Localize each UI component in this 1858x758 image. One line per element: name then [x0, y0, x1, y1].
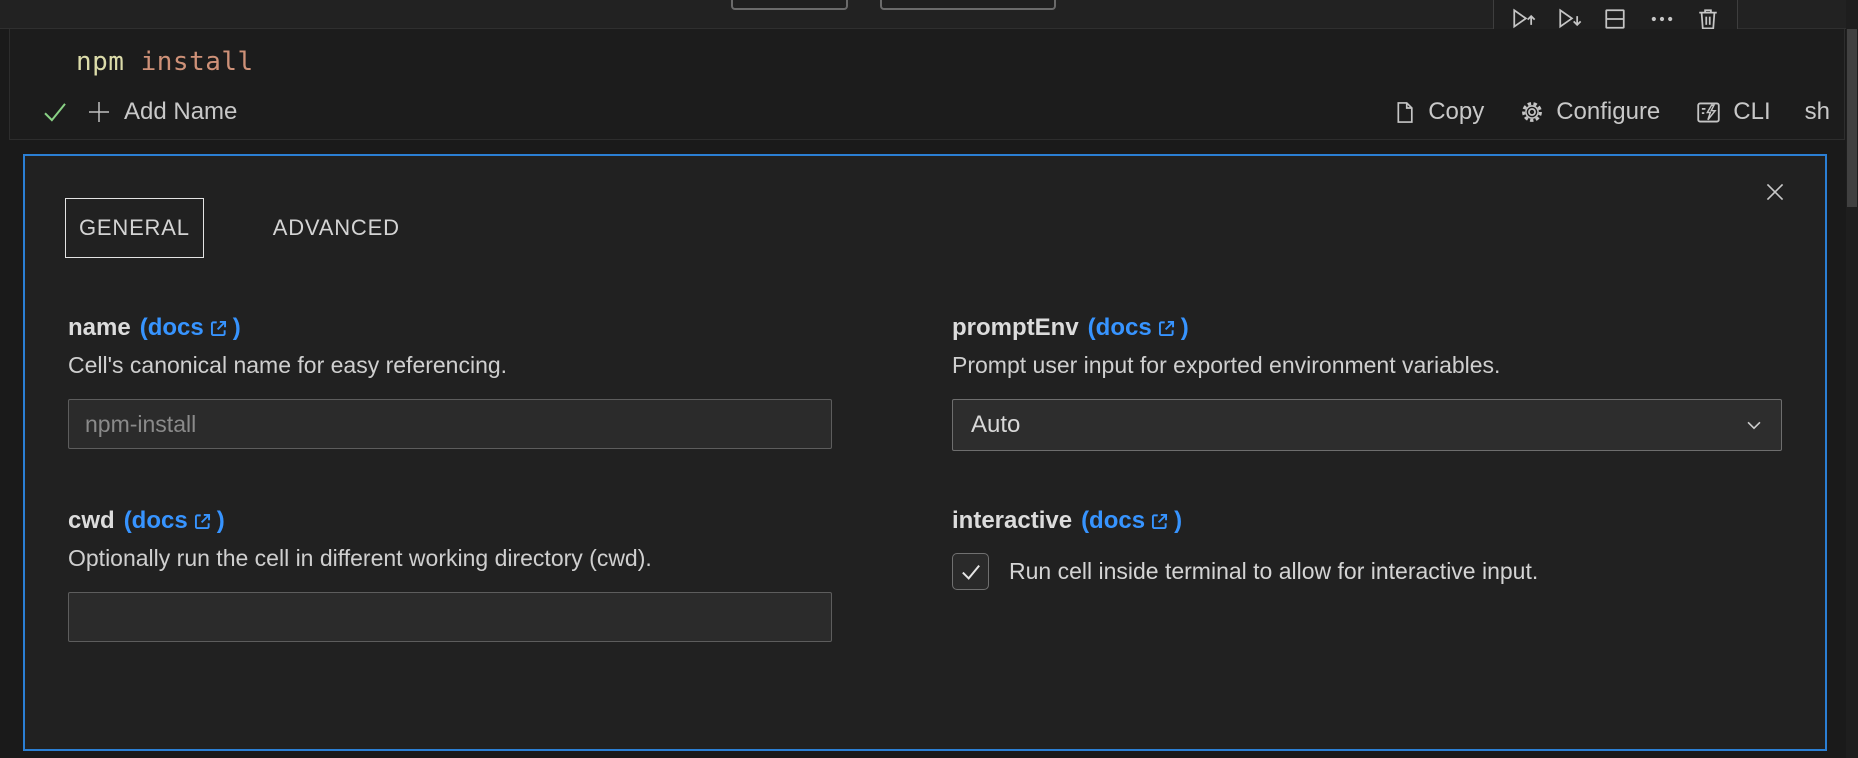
tab-advanced[interactable]: ADVANCED: [259, 198, 414, 258]
add-name-button[interactable]: Add Name: [84, 97, 237, 127]
external-link-icon: [192, 511, 213, 532]
external-link-icon: [1156, 318, 1177, 339]
interactive-checkbox-label: Run cell inside terminal to allow for in…: [1009, 558, 1538, 585]
status-bar-left: Add Name: [40, 97, 251, 127]
field-name-label: name: [68, 314, 131, 342]
code-token-command: npm: [76, 47, 124, 77]
field-cwd-heading: cwd (docs ): [68, 507, 832, 535]
check-icon: [40, 97, 70, 127]
dialog-tabs: GENERAL ADVANCED: [65, 198, 1825, 258]
field-promptenv-description: Prompt user input for exported environme…: [952, 352, 1782, 379]
field-name-description: Cell's canonical name for easy referenci…: [68, 352, 832, 379]
external-link-icon: [208, 318, 229, 339]
cell-success-indicator: [40, 97, 70, 127]
field-interactive-heading: interactive (docs ): [952, 507, 1782, 535]
field-interactive: interactive (docs ): [952, 507, 1782, 642]
field-name-heading: name (docs ): [68, 314, 832, 342]
code-token-argument: install: [124, 47, 253, 77]
field-cwd: cwd (docs ) Optionally run the cell in d…: [68, 507, 832, 642]
gear-icon: [1518, 98, 1546, 126]
field-promptenv-docs-link[interactable]: (docs ): [1088, 314, 1189, 342]
field-interactive-label: interactive: [952, 507, 1072, 535]
interactive-checkbox-row: Run cell inside terminal to allow for in…: [952, 553, 1782, 590]
copy-icon: [1391, 99, 1418, 126]
field-interactive-docs-link[interactable]: (docs ): [1081, 507, 1182, 535]
field-cwd-label: cwd: [68, 507, 115, 535]
close-icon[interactable]: [1759, 176, 1791, 208]
field-name: name (docs ) Cell's canonical name for e…: [68, 314, 832, 451]
promptenv-select[interactable]: Auto: [952, 399, 1782, 451]
field-name-docs-link[interactable]: (docs ): [140, 314, 241, 342]
language-indicator[interactable]: sh: [1805, 98, 1830, 126]
add-name-label: Add Name: [124, 98, 237, 126]
interactive-checkbox[interactable]: [952, 553, 989, 590]
cli-button[interactable]: CLI: [1694, 98, 1770, 127]
notebook-cell: npm install Add Name: [9, 29, 1845, 140]
top-strip: [0, 0, 1846, 29]
plus-icon: [84, 97, 114, 127]
configure-button[interactable]: Configure: [1518, 98, 1660, 126]
tab-general[interactable]: GENERAL: [65, 198, 204, 258]
field-promptenv-label: promptEnv: [952, 314, 1079, 342]
name-input[interactable]: [68, 399, 832, 449]
external-link-icon: [1149, 511, 1170, 532]
truncated-button[interactable]: [880, 0, 1056, 10]
chevron-down-icon: [1741, 412, 1767, 438]
cell-status-bar: Add Name Copy: [10, 91, 1844, 133]
cwd-input[interactable]: [68, 592, 832, 642]
promptenv-select-value: Auto: [971, 411, 1020, 439]
field-cwd-description: Optionally run the cell in different wor…: [68, 545, 832, 572]
cell-configure-dialog: GENERAL ADVANCED name (docs ): [23, 154, 1827, 751]
cell-code[interactable]: npm install: [76, 47, 254, 77]
configure-label: Configure: [1556, 98, 1660, 126]
field-promptenv-heading: promptEnv (docs ): [952, 314, 1782, 342]
truncated-button[interactable]: [731, 0, 848, 10]
cli-terminal-icon: [1694, 98, 1723, 127]
vertical-scrollbar[interactable]: [1846, 0, 1858, 758]
dialog-fields-grid: name (docs ) Cell's canonical name for e…: [68, 314, 1782, 642]
language-label: sh: [1805, 98, 1830, 126]
status-bar-right: Copy Configure: [1357, 98, 1830, 127]
field-promptenv: promptEnv (docs ) Prompt user input for …: [952, 314, 1782, 451]
cli-label: CLI: [1733, 98, 1770, 126]
field-cwd-docs-link[interactable]: (docs ): [124, 507, 225, 535]
scrollbar-thumb[interactable]: [1847, 29, 1857, 207]
copy-label: Copy: [1428, 98, 1484, 126]
copy-button[interactable]: Copy: [1391, 98, 1484, 126]
